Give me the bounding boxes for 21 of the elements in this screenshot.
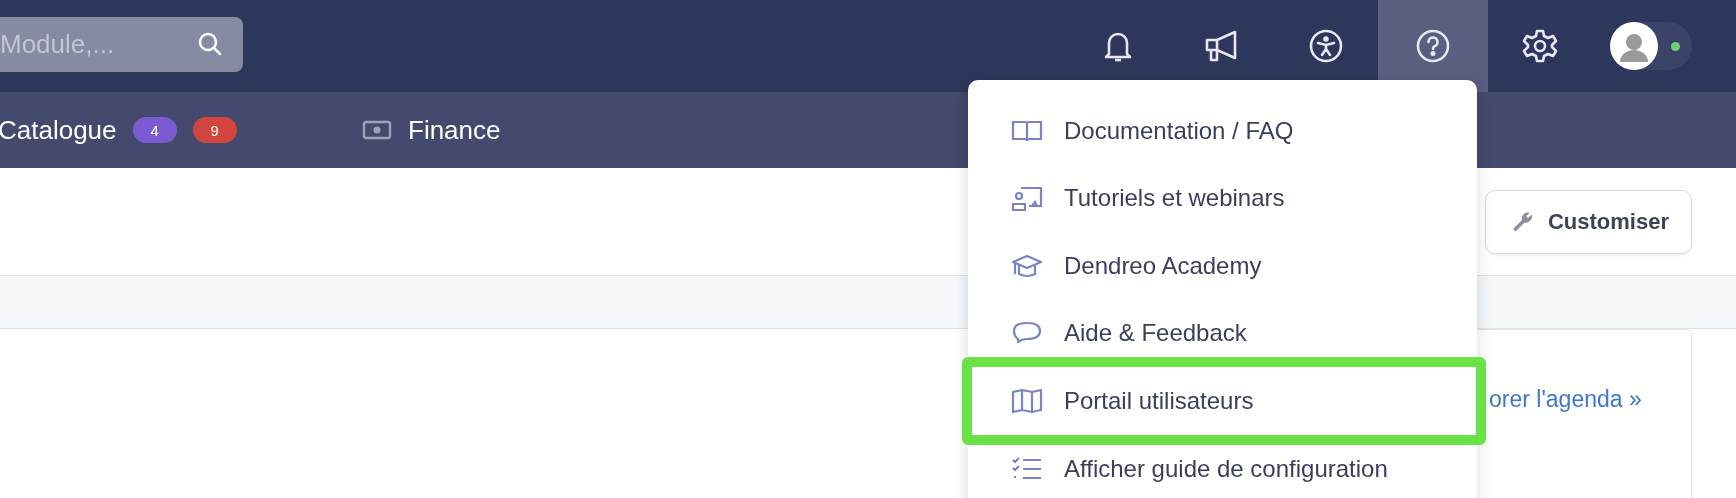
settings-icon (1522, 28, 1558, 64)
customise-button[interactable]: Customiser (1484, 189, 1692, 254)
checklist-icon (1010, 455, 1044, 482)
menu-item[interactable]: Dendreo Academy (968, 232, 1477, 300)
menu-item[interactable]: Portail utilisateurs (962, 357, 1486, 445)
map-icon (1010, 387, 1044, 415)
banknote-icon (362, 119, 392, 141)
user-menu[interactable] (1610, 22, 1692, 70)
search-field[interactable]: Module,... (0, 16, 243, 72)
search-icon (197, 30, 223, 57)
menu-item[interactable]: Tutoriels et webinars (968, 164, 1477, 232)
accessibility-icon (1308, 28, 1344, 64)
nav-item[interactable]: Finance (362, 114, 501, 146)
avatar-icon (1610, 22, 1658, 70)
menu-item[interactable]: Documentation / FAQ (968, 97, 1477, 165)
help-icon (1415, 28, 1451, 64)
count-badge: 4 (132, 117, 177, 143)
presenter-icon (1010, 184, 1044, 213)
nav-item[interactable]: Catalogue 4 9 (0, 114, 362, 146)
agenda-link[interactable]: orer l'agenda » (1489, 386, 1642, 412)
count-badge: 9 (192, 117, 237, 143)
